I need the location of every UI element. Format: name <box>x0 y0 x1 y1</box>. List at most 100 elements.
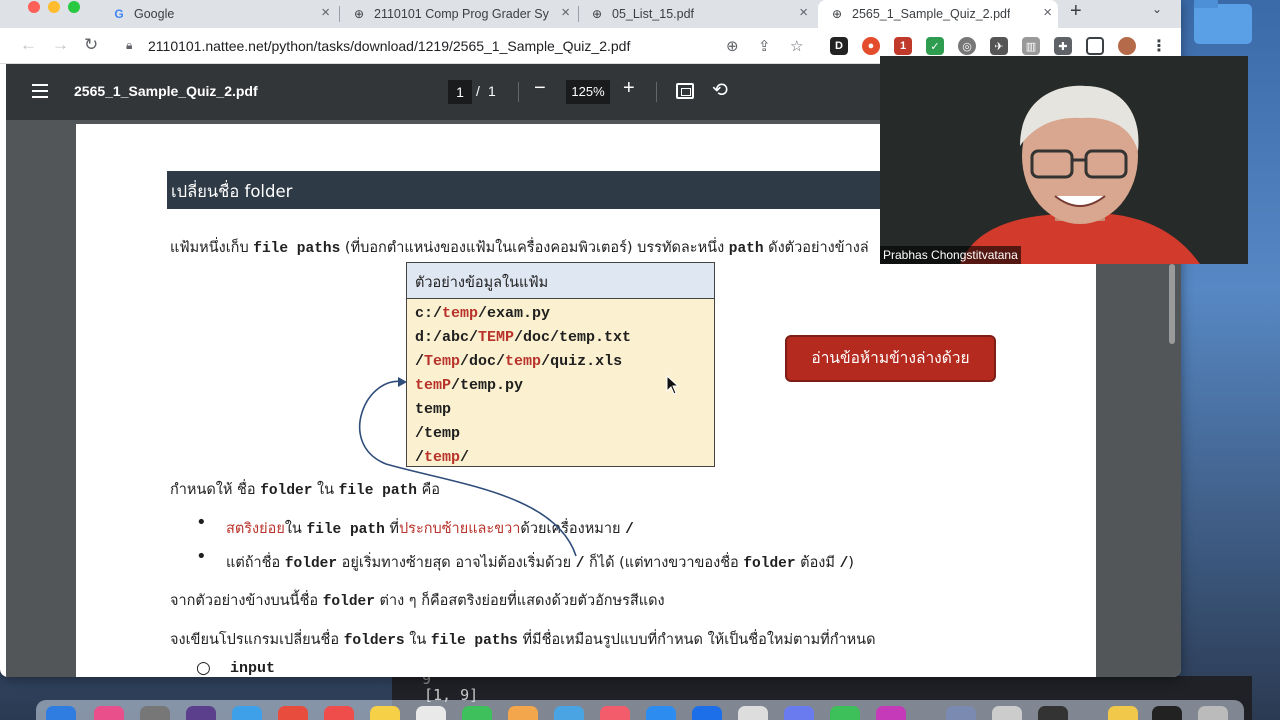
hollow-bullet: ○ <box>196 658 211 677</box>
reload-button[interactable]: ↻ <box>84 36 98 54</box>
toolbar-divider <box>518 82 519 102</box>
zoom-in-button[interactable]: + <box>623 77 635 100</box>
folder-name-highlight: temP <box>415 377 452 394</box>
back-button[interactable]: ← <box>20 36 37 54</box>
extension-gray-icon[interactable]: ◎ <box>958 37 976 55</box>
close-tab-icon[interactable]: × <box>799 4 808 21</box>
sidebar-icon[interactable] <box>1086 37 1104 55</box>
warning-button[interactable]: อ่านข้อห้ามข้างล่างด้วย <box>785 335 996 382</box>
reader-icon[interactable]: ▥ <box>1022 37 1040 55</box>
notes-icon[interactable] <box>370 706 400 720</box>
page-separator: / <box>476 83 480 99</box>
trash-icon[interactable] <box>1198 706 1228 720</box>
bullet-dot: • <box>196 512 207 533</box>
extension-badge-icon[interactable]: 1 <box>894 37 912 55</box>
lock-icon[interactable]: 🔒︎ <box>126 38 132 53</box>
extension-d-icon[interactable]: D <box>830 37 848 55</box>
page-total: 1 <box>488 83 496 99</box>
presenter-video <box>880 56 1248 264</box>
avatar[interactable] <box>1118 37 1136 55</box>
fit-to-page-icon[interactable] <box>676 83 694 99</box>
url-text[interactable]: 2110101.nattee.net/python/tasks/download… <box>148 38 630 54</box>
finder-icon[interactable] <box>46 706 76 720</box>
puzzle-icon[interactable]: ✚ <box>1054 37 1072 55</box>
folder-name-highlight: temp <box>442 305 479 322</box>
app-icon[interactable] <box>876 706 906 720</box>
google-icon: G <box>114 7 124 21</box>
extension-bird-icon[interactable]: ✈ <box>990 37 1008 55</box>
kebab-menu-icon[interactable]: ⋮ <box>1150 37 1168 55</box>
app-store-icon[interactable] <box>646 706 676 720</box>
folder-name-highlight: Temp <box>424 353 461 370</box>
path-segment: /doc/temp.txt <box>514 329 632 346</box>
app-icon[interactable] <box>186 706 216 720</box>
extension-red-icon[interactable]: ● <box>862 37 880 55</box>
example-line: c:/temp/exam.py <box>415 303 706 327</box>
path-segment: d:/abc/ <box>415 329 479 346</box>
path-segment: /doc/ <box>460 353 506 370</box>
toolbar-divider <box>656 82 657 102</box>
path-segment: / <box>460 449 470 466</box>
minimize-window-button[interactable] <box>48 1 60 13</box>
pdf-scrollbar[interactable] <box>1169 264 1175 344</box>
line-icon[interactable] <box>830 706 860 720</box>
example-header: ตัวอย่างข้อมูลในแฟ้ม <box>407 263 714 299</box>
rotate-icon[interactable]: ⟲ <box>712 79 728 102</box>
system-prefs-icon[interactable] <box>140 706 170 720</box>
close-tab-icon[interactable]: × <box>1043 4 1052 21</box>
zoom-icon[interactable]: ⊕ <box>726 37 739 55</box>
rule-paragraph: กำหนดให้ ชื่อ folder ใน file path คือ <box>170 482 441 499</box>
folder-icon[interactable] <box>1108 706 1138 720</box>
example-line: /temp <box>415 423 706 447</box>
calendar-icon[interactable] <box>324 706 354 720</box>
bullet-item-2: แต่ถ้าชื่อ folder อยู่เริ่มทางซ้ายสุด อา… <box>226 555 854 572</box>
folder-name-highlight: temp <box>424 449 461 466</box>
music-icon[interactable] <box>600 706 630 720</box>
zoom-app-icon[interactable] <box>692 706 722 720</box>
close-tab-icon[interactable]: × <box>561 4 570 21</box>
section-title: เปลี่ยนชื่อ folder <box>171 182 293 201</box>
note-paragraph: จากตัวอย่างข้างบนนี้ชื่อ folder ต่าง ๆ ก… <box>170 593 665 610</box>
folder-name-highlight: temp <box>505 353 542 370</box>
globe-icon: ⊕ <box>831 7 843 21</box>
preview-icon[interactable] <box>554 706 584 720</box>
new-tab-button[interactable]: + <box>1070 0 1082 23</box>
example-line: /temp/ <box>415 447 706 471</box>
tab-quiz-pdf[interactable]: ⊕ 2565_1_Sample_Quiz_2.pdf × <box>818 0 1058 28</box>
pages-icon[interactable] <box>508 706 538 720</box>
folder-icon[interactable] <box>1194 0 1252 44</box>
messages-icon[interactable] <box>462 706 492 720</box>
tab-search-chevron-icon[interactable]: ⌄ <box>1152 2 1162 16</box>
close-tab-icon[interactable]: × <box>321 4 330 21</box>
discord-icon[interactable] <box>784 706 814 720</box>
activity-icon[interactable] <box>1038 706 1068 720</box>
zoom-out-button[interactable]: − <box>534 77 546 100</box>
pdf-title: 2565_1_Sample_Quiz_2.pdf <box>74 83 258 99</box>
tab-list-pdf[interactable]: ⊕ 05_List_15.pdf × <box>578 0 814 28</box>
close-window-button[interactable] <box>28 1 40 13</box>
tab-grader[interactable]: ⊕ 2110101 Comp Prog Grader Sy × <box>340 0 576 28</box>
app-icon[interactable] <box>946 706 976 720</box>
chrome-icon[interactable] <box>278 706 308 720</box>
address-bar[interactable]: 🔒︎ 2110101.nattee.net/python/tasks/downl… <box>112 31 822 61</box>
bookmark-star-icon[interactable]: ☆ <box>790 37 803 55</box>
terminal-icon[interactable] <box>1152 706 1182 720</box>
forward-button[interactable]: → <box>52 36 69 54</box>
zoom-input[interactable]: 125% <box>566 80 610 104</box>
path-segment: / <box>415 449 425 466</box>
safari-icon[interactable] <box>232 706 262 720</box>
textedit-icon[interactable] <box>738 706 768 720</box>
shield-icon[interactable]: ✓ <box>926 37 944 55</box>
maximize-window-button[interactable] <box>68 1 80 13</box>
reminders-icon[interactable] <box>416 706 446 720</box>
bullet-dot: • <box>196 546 207 567</box>
path-segment: /temp.py <box>451 377 524 394</box>
hamburger-menu-icon[interactable] <box>32 84 48 98</box>
launchpad-icon[interactable] <box>94 706 124 720</box>
tab-google[interactable]: G Google × <box>100 0 336 28</box>
fonts-icon[interactable] <box>992 706 1022 720</box>
page-number-input[interactable]: 1 <box>448 80 472 104</box>
globe-icon: ⊕ <box>591 7 603 21</box>
share-icon[interactable]: ⇪ <box>758 37 771 55</box>
example-line: /Temp/doc/temp/quiz.xls <box>415 351 706 375</box>
